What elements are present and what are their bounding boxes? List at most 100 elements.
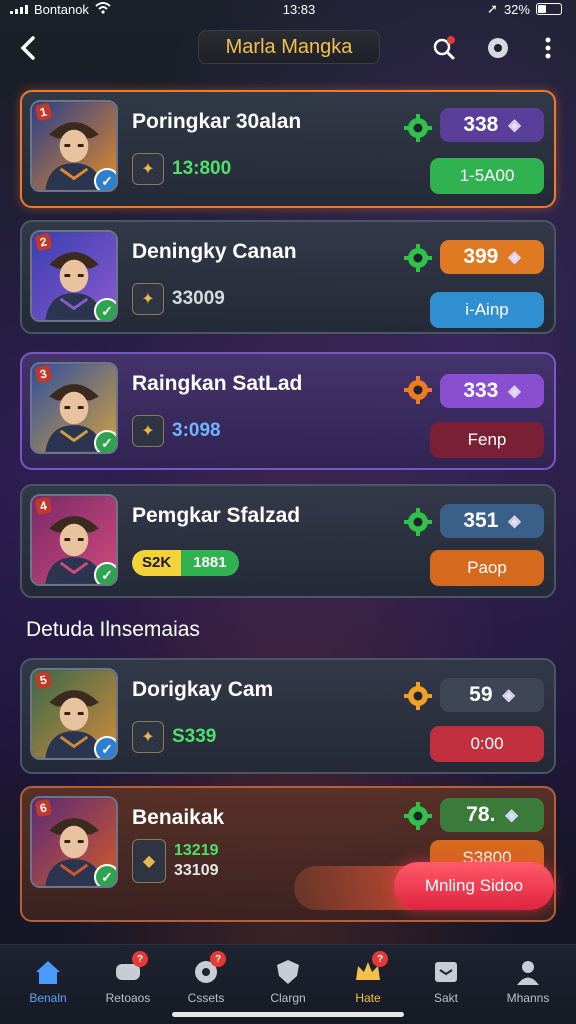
battery-icon <box>535 3 562 15</box>
clock: 13:83 <box>282 1 316 17</box>
gem-icon: ◈ <box>508 249 521 266</box>
crown-icon: ? <box>350 951 388 989</box>
cog-icon <box>404 114 432 142</box>
entry-sub-row: S2K 1881 <box>132 546 239 580</box>
nav-label: Hate <box>355 991 381 1005</box>
hero-avatar[interactable]: 5 ✓ <box>30 668 118 760</box>
entry-name: Dorigkay Cam <box>132 678 274 701</box>
entry-name: Pemgkar Sfalzad <box>132 504 301 527</box>
nav-label: Benaln <box>29 991 67 1005</box>
cog-icon <box>404 244 432 272</box>
entry-sub-row: ✦ 3:098 <box>132 414 221 448</box>
pill-left: S2K <box>132 550 182 576</box>
leaderboard-card[interactable]: 4 ✓ Pemgkar Sfalzad S2K 1881 351 ◈ Paop <box>20 484 556 598</box>
rank-tag: 2 <box>34 232 53 252</box>
section-heading: Detuda Ilnsemaias <box>26 618 200 641</box>
notification-badge: ? <box>210 951 226 967</box>
check-badge-icon: ✓ <box>94 168 116 190</box>
check-badge-icon: ✓ <box>94 430 116 452</box>
score-value: 59 <box>469 683 493 706</box>
carrier-label: Bontanok <box>34 1 89 17</box>
notification-badge: ? <box>132 951 148 967</box>
kebab-icon <box>545 37 551 59</box>
entry-action-button[interactable]: Paop <box>430 550 544 586</box>
nav-item-gear-face[interactable]: ? Cssets <box>166 951 246 1011</box>
leaderboard-card[interactable]: 5 ✓ Dorigkay Cam ✦ S339 59 ◈ 0:00 <box>20 658 556 774</box>
nav-item-shield[interactable]: Clargn <box>248 955 328 1011</box>
leaderboard-card[interactable]: 1 ✓ Poringkar 30alan ✦ 13:800 338 ◈ 1-5A… <box>20 90 556 208</box>
score-value: 78. <box>466 803 496 826</box>
score-badge: 333 ◈ <box>440 374 544 408</box>
check-badge-icon: ✓ <box>94 562 116 584</box>
item-icon: ✦ <box>132 153 164 185</box>
item-icon: ✦ <box>132 415 164 447</box>
hero-avatar[interactable]: 4 ✓ <box>30 494 118 586</box>
hero-avatar[interactable]: 2 ✓ <box>30 230 118 322</box>
entry-action-button[interactable]: 0:00 <box>430 726 544 762</box>
rank-tag: 3 <box>34 364 53 384</box>
score-value: 351 <box>463 509 499 532</box>
score-badge: 78. ◈ <box>440 798 544 832</box>
status-cog <box>402 242 434 274</box>
person-icon <box>510 955 546 989</box>
nav-label: Cssets <box>187 991 225 1005</box>
shield-icon <box>270 955 306 989</box>
nav-label: Mhanns <box>506 991 550 1005</box>
nav-item-inbox[interactable]: Sakt <box>406 955 486 1011</box>
score-value: 338 <box>463 113 499 136</box>
gem-icon: ◈ <box>508 383 521 400</box>
item-icon: ✦ <box>132 283 164 315</box>
page-title: Marla Mangka <box>198 30 380 64</box>
check-badge-icon: ✓ <box>94 864 116 886</box>
mnling-sidoo-button[interactable]: Mnling Sidoo <box>394 862 554 910</box>
entry-name: Deningky Canan <box>132 240 297 263</box>
gem-icon: ◈ <box>508 117 521 134</box>
rank-tag: 4 <box>34 496 53 516</box>
cog-icon <box>404 682 432 710</box>
gem-icon: ◈ <box>505 807 518 824</box>
check-badge-icon: ✓ <box>94 298 116 320</box>
home-icon <box>30 955 66 989</box>
signal-icon <box>10 4 28 14</box>
cog-icon <box>404 802 432 830</box>
hero-avatar[interactable]: 1 ✓ <box>30 100 118 192</box>
sub-value: 13:800 <box>172 158 232 179</box>
cog-icon <box>404 508 432 536</box>
rank-tag: 5 <box>34 670 53 690</box>
notification-badge: ? <box>372 951 388 967</box>
gear-icon <box>488 38 508 58</box>
search-icon <box>433 36 455 60</box>
sub-value: 13219 <box>174 842 219 859</box>
gear-face-icon: ? <box>188 951 226 989</box>
nav-item-person[interactable]: Mhanns <box>488 955 568 1011</box>
location-icon: ➚ <box>487 1 498 16</box>
entry-sub-row: ✦ 33009 <box>132 282 225 316</box>
hero-avatar[interactable]: 3 ✓ <box>30 362 118 454</box>
entry-sub-row: ✦ S339 <box>132 720 216 754</box>
entry-action-button[interactable]: i-Ainp <box>430 292 544 328</box>
entry-name: Poringkar 30alan <box>132 110 302 133</box>
sub-value: 33009 <box>172 288 225 309</box>
score-badge: 338 ◈ <box>440 108 544 142</box>
app-header: Marla Mangka <box>0 24 576 72</box>
nav-item-home[interactable]: Benaln <box>8 955 88 1011</box>
entry-action-button[interactable]: 1-5A00 <box>430 158 544 194</box>
hero-avatar[interactable]: 6 ✓ <box>30 796 118 888</box>
gem-icon: ◈ <box>502 687 515 704</box>
more-menu-button[interactable] <box>534 34 562 62</box>
entry-name: Benaikak <box>132 806 225 829</box>
leaderboard-card[interactable]: 3 ✓ Raingkan SatLad ✦ 3:098 333 ◈ Fenp <box>20 352 556 470</box>
sub-value: 3:098 <box>172 420 221 441</box>
cog-icon <box>404 376 432 404</box>
nav-item-crown[interactable]: ? Hate <box>328 951 408 1011</box>
settings-button[interactable] <box>484 34 512 62</box>
wifi-icon <box>95 1 111 17</box>
status-cog <box>402 374 434 406</box>
leaderboard-card[interactable]: 2 ✓ Deningky Canan ✦ 33009 399 ◈ i-Ainp <box>20 220 556 334</box>
back-button[interactable] <box>14 32 42 64</box>
search-button[interactable] <box>430 34 458 62</box>
battery-percent: 32% <box>503 1 530 17</box>
score-value: 399 <box>463 245 499 268</box>
entry-action-button[interactable]: Fenp <box>430 422 544 458</box>
nav-item-chat[interactable]: ? Retoaos <box>88 951 168 1011</box>
